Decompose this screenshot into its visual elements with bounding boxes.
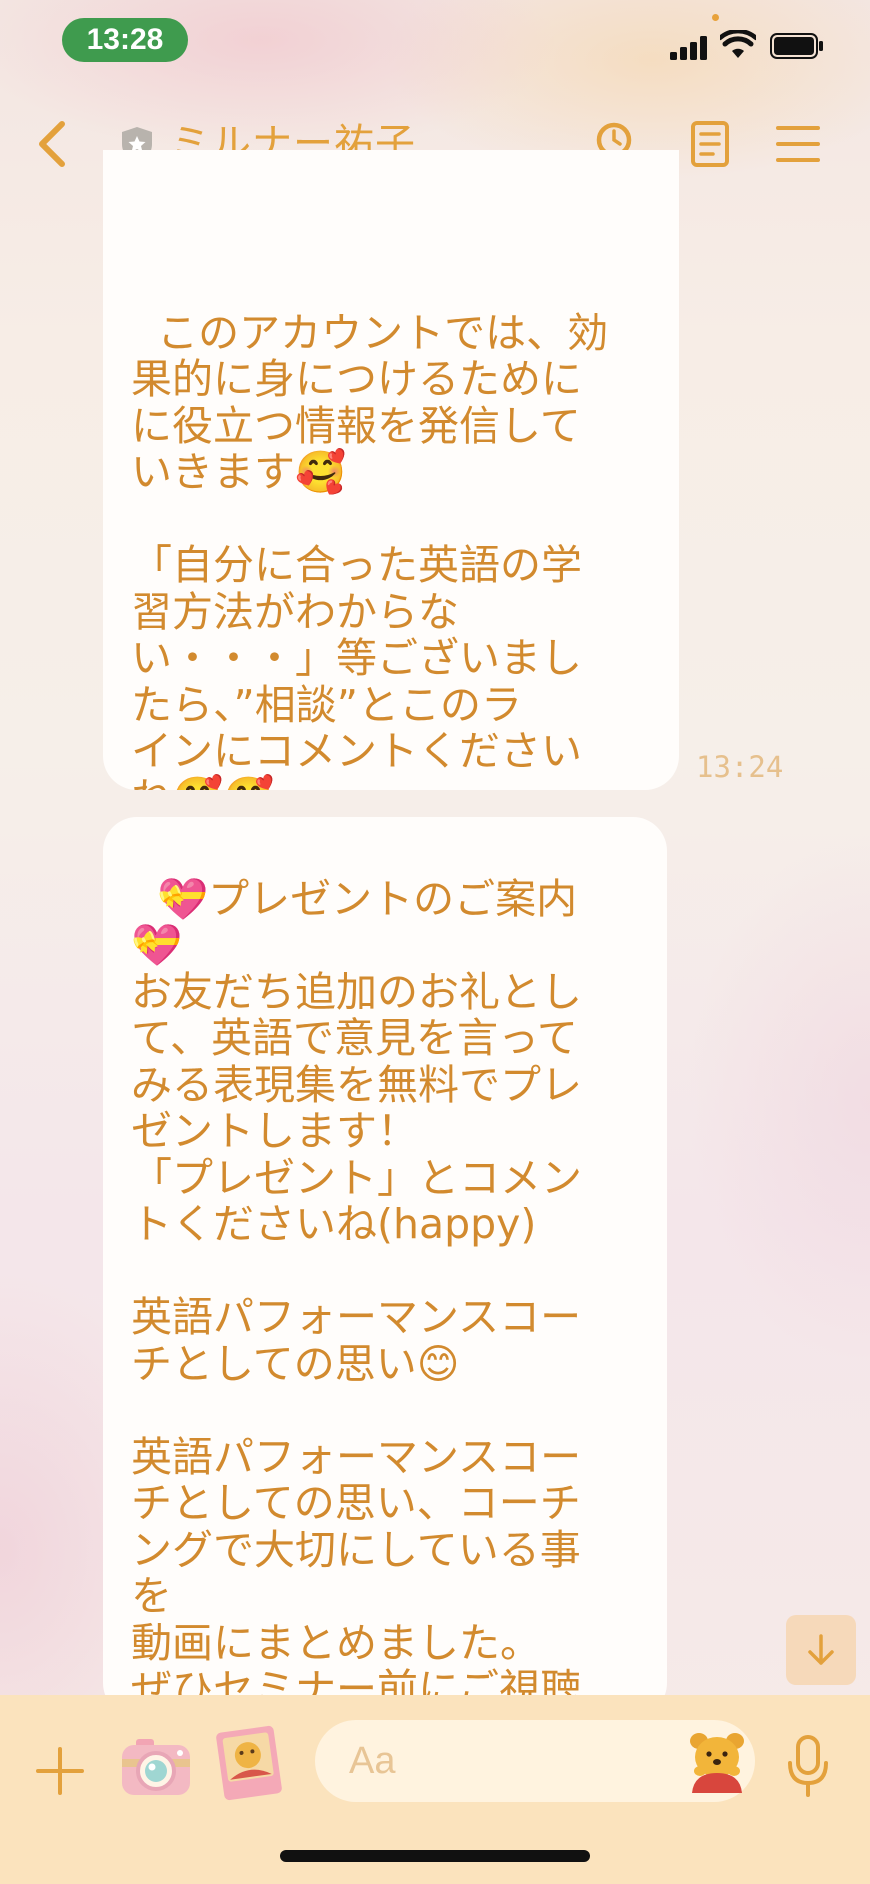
message-bubble[interactable]: このアカウントでは、効 果的に身につけるために に役立つ情報を発信して いきます… <box>103 150 679 790</box>
wifi-icon <box>720 30 756 58</box>
privacy-dot <box>712 14 719 21</box>
message-input-placeholder: Aa <box>349 1739 396 1782</box>
cellular-signal-icon <box>670 36 707 60</box>
photo-album-icon[interactable] <box>214 1723 284 1803</box>
notes-icon[interactable] <box>686 120 734 168</box>
plus-icon[interactable] <box>34 1745 86 1797</box>
message-text: このアカウントでは、効 果的に身につけるために に役立つ情報を発信して いきます… <box>131 308 609 790</box>
status-time: 13:28 <box>62 18 188 62</box>
message-text: 💝プレゼントのご案内 💝 お友だち追加のお礼とし て、英語で意見を言って みる表… <box>131 874 582 1717</box>
arrow-down-icon <box>808 1634 834 1665</box>
battery-icon <box>770 33 823 59</box>
message-time: 13:24 <box>696 750 784 784</box>
home-indicator <box>280 1850 590 1862</box>
sticker-icon[interactable] <box>684 1727 750 1793</box>
message-bubble[interactable]: 💝プレゼントのご案内 💝 お友だち追加のお礼とし て、英語で意見を言って みる表… <box>103 817 667 1717</box>
back-chevron-icon[interactable] <box>30 118 80 170</box>
status-bar: 13:28 <box>0 0 870 90</box>
scroll-to-bottom-button[interactable] <box>786 1615 856 1685</box>
camera-icon[interactable] <box>118 1729 194 1805</box>
microphone-icon[interactable] <box>786 1735 830 1797</box>
menu-icon[interactable] <box>774 120 822 168</box>
